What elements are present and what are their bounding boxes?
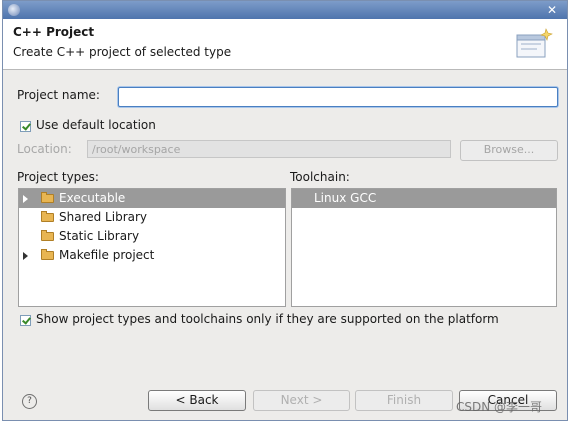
folder-icon: [41, 192, 54, 203]
folder-icon: [41, 230, 54, 241]
page-description: Create C++ project of selected type: [13, 45, 232, 59]
project-name-input[interactable]: [118, 87, 558, 107]
project-types-tree[interactable]: Executable Shared Library Static Library…: [18, 188, 286, 307]
tree-item-shared-library[interactable]: Shared Library: [19, 208, 285, 227]
folder-icon: [41, 249, 54, 260]
new-project-dialog: ✕ C++ Project Create C++ project of sele…: [2, 0, 568, 421]
location-field[interactable]: /root/workspace: [87, 140, 451, 158]
browse-button[interactable]: Browse...: [460, 140, 558, 161]
project-name-label: Project name:: [17, 88, 100, 102]
back-button[interactable]: < Back: [148, 390, 246, 411]
supported-platform-filter-checkbox[interactable]: [20, 315, 31, 326]
watermark: CSDN @李一哥: [456, 400, 543, 414]
supported-platform-filter-label: Show project types and toolchains only i…: [36, 312, 499, 326]
expand-arrow-icon[interactable]: [23, 252, 28, 260]
finish-button[interactable]: Finish: [355, 390, 453, 411]
new-project-wizard-icon: [516, 28, 553, 58]
eclipse-icon: [8, 4, 20, 16]
location-label: Location:: [17, 142, 72, 156]
tree-item-static-library[interactable]: Static Library: [19, 227, 285, 246]
help-icon[interactable]: ?: [22, 394, 37, 409]
tree-item-label: Static Library: [59, 229, 140, 243]
toolchain-item-linux-gcc[interactable]: Linux GCC: [292, 189, 556, 208]
use-default-location-label: Use default location: [36, 118, 156, 132]
title-bar[interactable]: ✕: [3, 1, 567, 19]
tree-item-makefile-project[interactable]: Makefile project: [19, 246, 285, 265]
tree-item-label: Shared Library: [59, 210, 148, 224]
use-default-location-checkbox[interactable]: [20, 121, 31, 132]
tree-item-label: Executable: [59, 191, 126, 205]
toolchain-label: Toolchain:: [290, 170, 350, 184]
folder-icon: [41, 211, 54, 222]
wizard-banner: C++ Project Create C++ project of select…: [3, 19, 567, 70]
tree-item-label: Makefile project: [59, 248, 155, 262]
tree-item-executable[interactable]: Executable: [19, 189, 285, 208]
close-icon[interactable]: ✕: [543, 3, 561, 17]
project-types-label: Project types:: [17, 170, 99, 184]
toolchain-list[interactable]: Linux GCC: [291, 188, 557, 307]
page-title: C++ Project: [13, 25, 95, 39]
toolchain-item-label: Linux GCC: [314, 191, 377, 205]
expand-arrow-icon[interactable]: [23, 195, 28, 203]
next-button[interactable]: Next >: [253, 390, 350, 411]
